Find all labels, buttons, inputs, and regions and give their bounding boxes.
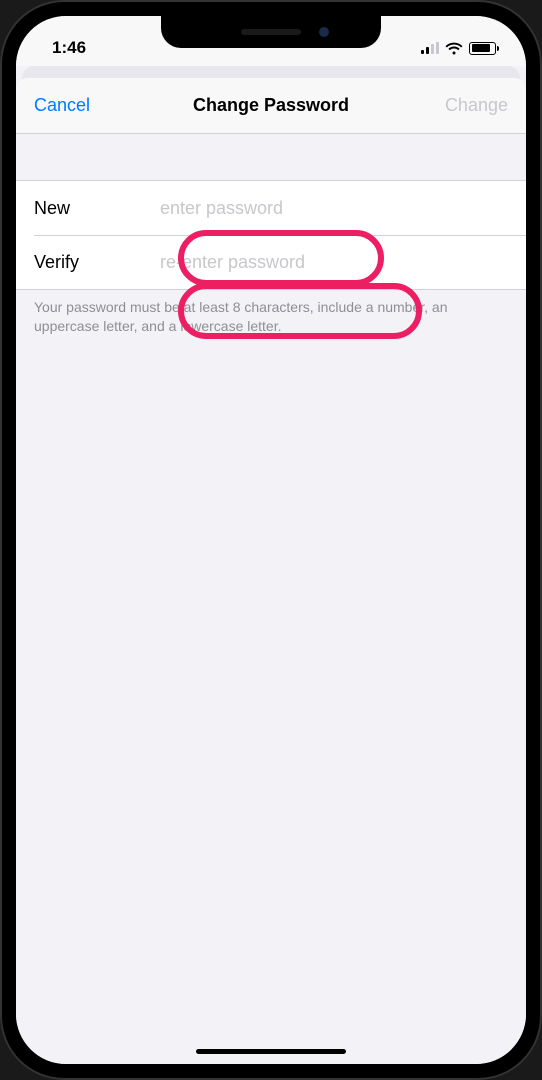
verify-password-row: Verify <box>34 235 526 289</box>
new-password-input[interactable] <box>160 198 508 219</box>
status-right <box>421 42 496 55</box>
battery-icon <box>469 42 496 55</box>
cancel-button[interactable]: Cancel <box>34 95 124 116</box>
notch <box>161 16 381 48</box>
new-password-label: New <box>34 198 160 219</box>
cellular-signal-icon <box>421 42 439 54</box>
change-button[interactable]: Change <box>418 95 508 116</box>
screen: 1:46 Cancel Change Password Change <box>16 16 526 1064</box>
page-title: Change Password <box>124 95 418 116</box>
password-form: New Verify <box>16 180 526 290</box>
new-password-row: New <box>16 181 526 235</box>
nav-bar: Cancel Change Password Change <box>16 78 526 134</box>
verify-password-label: Verify <box>34 252 160 273</box>
verify-password-input[interactable] <box>160 252 508 273</box>
phone-frame: 1:46 Cancel Change Password Change <box>0 0 542 1080</box>
change-password-sheet: Cancel Change Password Change New Verify… <box>16 78 526 1064</box>
status-time: 1:46 <box>52 38 86 58</box>
front-camera <box>319 27 329 37</box>
home-indicator[interactable] <box>196 1049 346 1054</box>
speaker-grille <box>241 29 301 35</box>
wifi-icon <box>445 42 463 55</box>
password-requirements-text: Your password must be at least 8 charact… <box>16 290 526 344</box>
